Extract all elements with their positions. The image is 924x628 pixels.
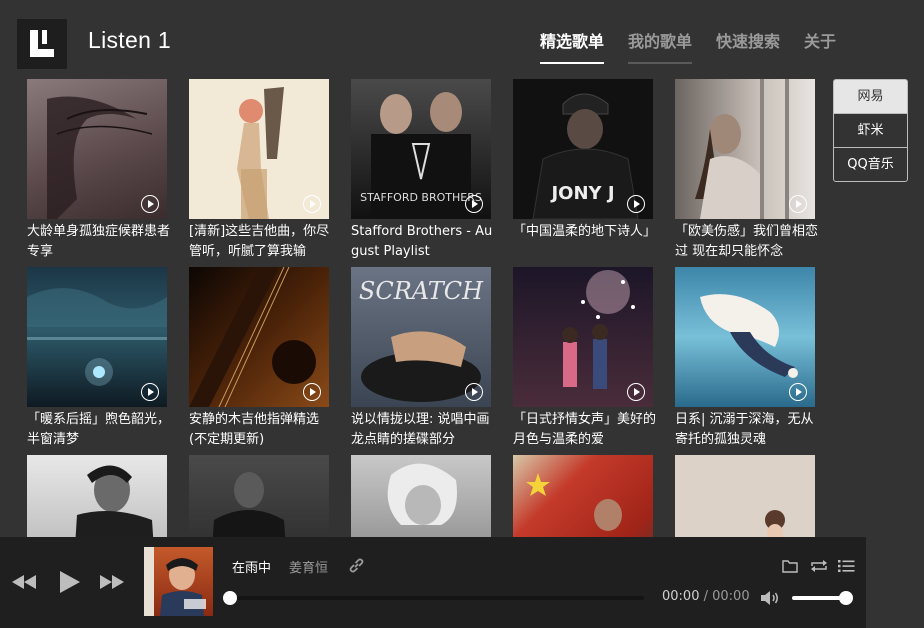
play-circle-icon[interactable] (141, 195, 159, 213)
playlist-card[interactable] (27, 455, 167, 537)
folder-icon[interactable] (782, 559, 798, 573)
playlist-card[interactable]: STAFFORD BROTHERS Stafford Brothers - Au… (351, 79, 492, 262)
playlist-title[interactable]: 「暖系后摇」煦色韶光，半窗清梦 (27, 410, 173, 450)
next-track-icon[interactable] (99, 573, 125, 591)
playlist-card[interactable]: 安静的木吉他指弹精选(不定期更新) (189, 267, 329, 450)
volume-handle[interactable] (839, 591, 853, 605)
current-time: 00:00 (662, 589, 700, 604)
time-separator: / (699, 589, 713, 604)
playlist-cover[interactable] (189, 79, 329, 219)
playlist-cover[interactable] (675, 79, 815, 219)
repeat-icon[interactable] (810, 559, 828, 573)
playlist-cover[interactable] (189, 455, 329, 537)
playlist-card[interactable]: 「欧美伤感」我们曾相恋过 现在却只能怀念 (675, 79, 818, 262)
source-qqmusic-button[interactable]: QQ音乐 (833, 147, 908, 182)
play-circle-icon[interactable] (627, 195, 645, 213)
playlist-card[interactable]: JONY J 「中国温柔的地下诗人」 (513, 79, 656, 262)
playlist-title[interactable]: 日系| 沉溺于深海，无从寄托的孤独灵魂 (675, 410, 821, 450)
tab-my-playlists[interactable]: 我的歌单 (628, 28, 693, 64)
playlist-cover[interactable] (675, 455, 815, 537)
playlist-title[interactable]: 安静的木吉他指弹精选(不定期更新) (189, 410, 335, 450)
playlist-card[interactable]: 「日式抒情女声」美好的月色与温柔的爱 (513, 267, 656, 450)
now-playing-artist[interactable]: 姜育恒 (289, 557, 328, 576)
playlist-card[interactable] (189, 455, 329, 537)
app-title: Listen 1 (88, 27, 171, 53)
playlist-grid: 大龄单身孤独症候群患者专享 [清新]这些吉他曲，你尽管听，听腻了算我输 STAF… (27, 79, 827, 537)
source-switcher: 网易 虾米 QQ音乐 (833, 79, 908, 182)
playlist-cover[interactable] (27, 267, 167, 407)
now-playing-cover[interactable] (144, 547, 213, 616)
app-logo[interactable] (17, 19, 67, 69)
source-xiami-button[interactable]: 虾米 (833, 113, 908, 148)
header: Listen 1 精选歌单 我的歌单 快速搜索 关于 (0, 0, 924, 80)
cover-artwork (387, 463, 457, 525)
playlist-title[interactable]: 说以情拢以理: 说唱中画龙点睛的搓碟部分 (351, 410, 497, 450)
previous-track-icon[interactable] (11, 573, 37, 591)
play-circle-icon[interactable] (465, 383, 483, 401)
playlist-cover[interactable] (189, 267, 329, 407)
playlist-card[interactable] (675, 455, 815, 537)
playlist-cover[interactable] (351, 455, 491, 537)
playlist-title[interactable]: Stafford Brothers - August Playlist (351, 222, 497, 262)
playlist-cover[interactable] (513, 455, 653, 537)
playlist-title[interactable]: 大龄单身孤独症候群患者专享 (27, 222, 173, 262)
volume-slider[interactable] (792, 591, 853, 605)
play-circle-icon[interactable] (627, 383, 645, 401)
time-display: 00:00 / 00:00 (662, 589, 750, 604)
tab-quick-search[interactable]: 快速搜索 (716, 28, 780, 62)
playlist-cover[interactable] (27, 455, 167, 537)
playlist-title[interactable]: 「中国温柔的地下诗人」 (513, 222, 659, 262)
svg-text:STAFFORD BROTHERS: STAFFORD BROTHERS (360, 191, 482, 204)
playlist-card[interactable]: SCRATCH 说以情拢以理: 说唱中画龙点睛的搓碟部分 (351, 267, 491, 450)
player-bar: 在雨中 姜育恒 00:00 / 00:00 (0, 537, 866, 628)
cover-artwork (526, 473, 622, 531)
volume-icon[interactable] (760, 590, 780, 606)
playlist-card[interactable]: [清新]这些吉他曲，你尽管听，听腻了算我输 (189, 79, 329, 262)
play-circle-icon[interactable] (789, 195, 807, 213)
playlist-cover[interactable] (513, 267, 653, 407)
cover-artwork (212, 472, 286, 537)
play-circle-icon[interactable] (465, 195, 483, 213)
play-circle-icon[interactable] (141, 383, 159, 401)
source-netease-button[interactable]: 网易 (833, 79, 908, 114)
now-playing-title: 在雨中 (232, 561, 272, 576)
playlist-card[interactable]: 大龄单身孤独症候群患者专享 (27, 79, 170, 262)
progress-bar[interactable] (223, 591, 644, 605)
playlist-title[interactable]: 「欧美伤感」我们曾相恋过 现在却只能怀念 (675, 222, 821, 262)
tab-about[interactable]: 关于 (804, 28, 836, 62)
now-playing-artwork (144, 547, 206, 616)
tab-featured-playlists[interactable]: 精选歌单 (540, 28, 605, 64)
playlist-cover[interactable] (27, 79, 167, 219)
cover-artwork (75, 465, 154, 537)
cover-artwork (765, 510, 785, 537)
play-icon[interactable] (59, 570, 81, 594)
logo-icon (30, 30, 54, 57)
play-circle-icon[interactable] (789, 383, 807, 401)
total-time: 00:00 (712, 589, 750, 604)
svg-text:SCRATCH: SCRATCH (359, 277, 484, 305)
playlist-cover[interactable]: SCRATCH (351, 267, 491, 407)
playlist-card[interactable]: 「暖系后摇」煦色韶光，半窗清梦 (27, 267, 170, 450)
svg-text:JONY J: JONY J (549, 183, 614, 204)
playlist-title[interactable]: [清新]这些吉他曲，你尽管听，听腻了算我输 (189, 222, 335, 262)
play-circle-icon[interactable] (303, 195, 321, 213)
link-icon[interactable] (348, 557, 365, 574)
playlist-cover[interactable]: STAFFORD BROTHERS (351, 79, 491, 219)
playlist-queue-icon[interactable] (838, 559, 855, 573)
volume-fill (792, 596, 846, 600)
playlist-cover[interactable] (675, 267, 815, 407)
playlist-cover[interactable]: JONY J (513, 79, 653, 219)
progress-handle[interactable] (223, 591, 237, 605)
playlist-card[interactable] (513, 455, 653, 537)
playlist-card[interactable] (351, 455, 491, 537)
play-circle-icon[interactable] (303, 383, 321, 401)
playlist-title[interactable]: 「日式抒情女声」美好的月色与温柔的爱 (513, 410, 659, 450)
playlist-card[interactable]: 日系| 沉溺于深海，无从寄托的孤独灵魂 (675, 267, 815, 450)
